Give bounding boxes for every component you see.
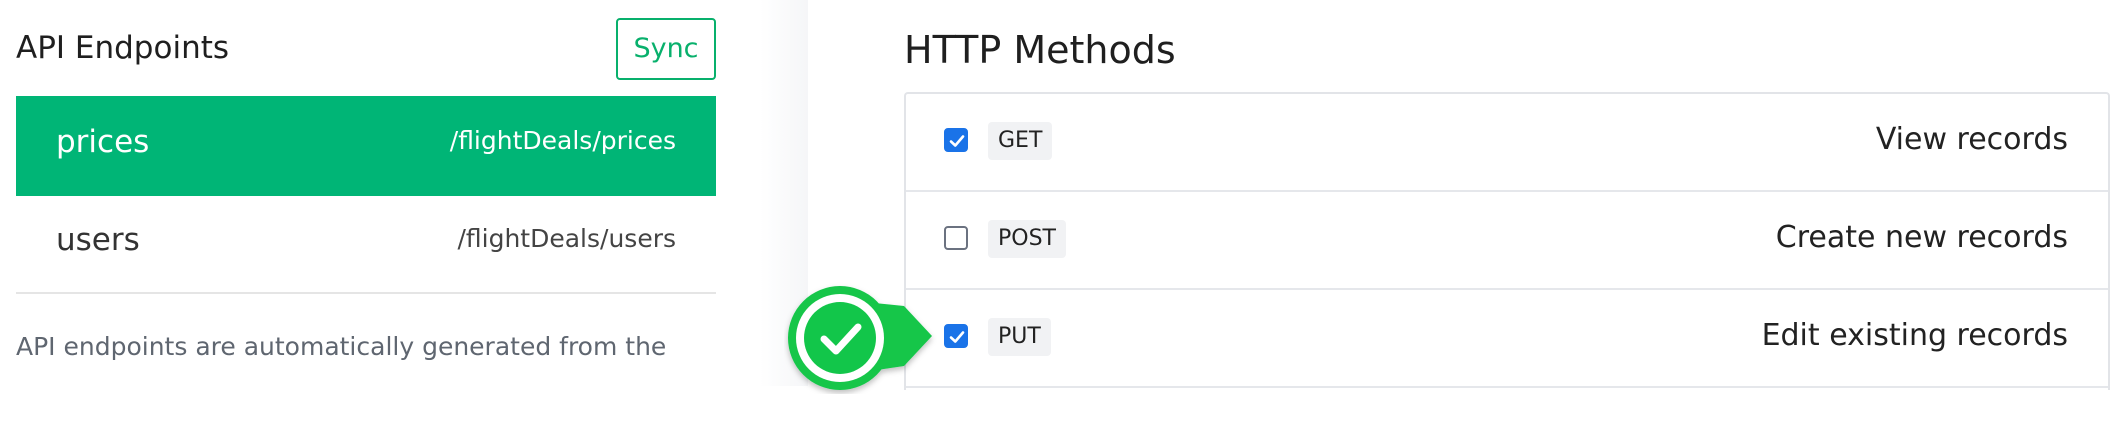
checkmark-icon — [949, 135, 965, 147]
endpoint-item-users[interactable]: users /flightDeals/users — [16, 194, 716, 294]
method-description: View records — [1875, 122, 2068, 157]
endpoint-path: /flightDeals/prices — [449, 126, 676, 155]
endpoint-name: prices — [56, 124, 150, 160]
method-checkbox-post[interactable] — [944, 226, 968, 250]
endpoint-name: users — [56, 222, 140, 258]
method-description: Create new records — [1775, 220, 2068, 255]
sync-button[interactable]: Sync — [616, 18, 716, 80]
method-badge: PUT — [988, 318, 1051, 356]
checkmark-callout-icon — [788, 286, 932, 390]
method-checkbox-put[interactable] — [944, 324, 968, 348]
endpoints-panel: API Endpoints Sync prices /flightDeals/p… — [0, 0, 808, 386]
endpoint-item-prices[interactable]: prices /flightDeals/prices — [16, 96, 716, 196]
method-row-get: GET View records — [906, 94, 2108, 192]
methods-list: GET View records POST Create new records… — [904, 92, 2110, 390]
endpoints-title: API Endpoints — [16, 30, 230, 66]
endpoints-help-text: API endpoints are automatically generate… — [16, 332, 667, 361]
method-badge: POST — [988, 220, 1066, 258]
method-description: Edit existing records — [1761, 318, 2068, 353]
methods-title: HTTP Methods — [904, 28, 1176, 72]
method-row-put: PUT Edit existing records — [906, 290, 2108, 388]
method-checkbox-get[interactable] — [944, 128, 968, 152]
endpoints-header: API Endpoints Sync — [16, 18, 716, 80]
checkmark-icon — [949, 331, 965, 343]
method-row-post: POST Create new records — [906, 192, 2108, 290]
endpoint-path: /flightDeals/users — [457, 224, 676, 253]
methods-panel: HTTP Methods GET View records POST Creat… — [808, 0, 2118, 390]
method-badge: GET — [988, 122, 1053, 160]
